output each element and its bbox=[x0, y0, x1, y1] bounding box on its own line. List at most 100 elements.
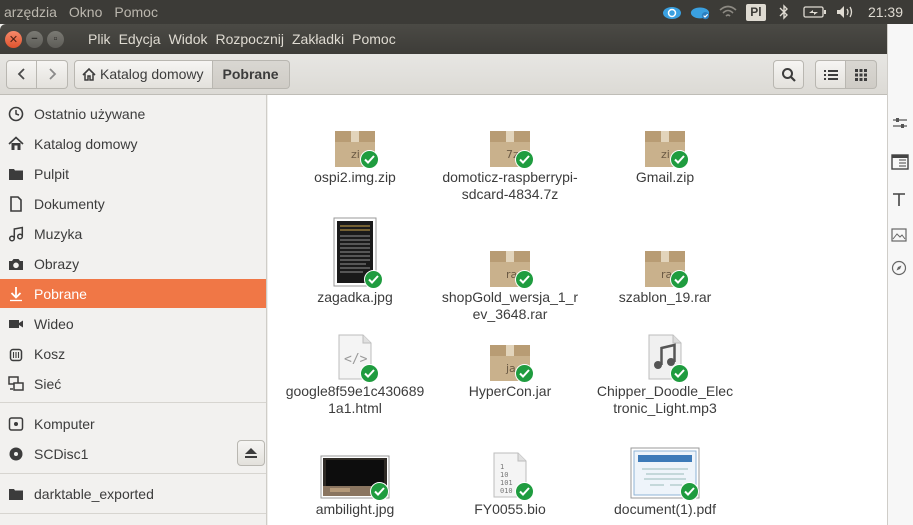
window-buttons: ✕ − ▫ bbox=[5, 30, 64, 48]
sidebar-item-network[interactable]: Sieć bbox=[0, 369, 266, 398]
grid-icon bbox=[855, 68, 867, 81]
synced-check-icon bbox=[360, 364, 379, 383]
sidebar-item-computer[interactable]: Komputer bbox=[0, 409, 266, 438]
sidebar-item-pictures[interactable]: Obrazy bbox=[0, 249, 266, 278]
search-icon bbox=[781, 67, 796, 82]
sidebar-item-trash[interactable]: Kosz bbox=[0, 339, 266, 368]
sidebar-item-scdisc1[interactable]: SCDisc1 bbox=[0, 439, 230, 468]
file-item[interactable]: zi ospi2.img.zip bbox=[280, 107, 430, 186]
menu-widok[interactable]: Widok bbox=[165, 31, 212, 47]
synced-check-icon bbox=[515, 150, 534, 169]
file-item[interactable]: zagadka.jpg bbox=[280, 215, 430, 306]
sidebar-item-desktop[interactable]: Pulpit bbox=[0, 159, 266, 188]
sidebar-item-videos[interactable]: Wideo bbox=[0, 309, 266, 338]
archive-icon: ja bbox=[480, 321, 540, 383]
svg-text:10: 10 bbox=[500, 471, 508, 479]
file-name: szablon_19.rar bbox=[618, 289, 712, 305]
synced-check-icon bbox=[515, 364, 534, 383]
file-name: FY0055.bio bbox=[474, 501, 546, 517]
background-window-edge bbox=[887, 24, 913, 525]
sidebar-item-documents[interactable]: Dokumenty bbox=[0, 189, 266, 218]
archive-icon: ra bbox=[480, 227, 540, 289]
svg-text:010: 010 bbox=[500, 487, 513, 495]
synced-check-icon bbox=[515, 270, 534, 289]
menu-plik[interactable]: Plik bbox=[84, 31, 115, 47]
folder-icon bbox=[7, 165, 25, 183]
close-icon[interactable]: ✕ bbox=[5, 30, 22, 48]
sidebar-item-label: Dokumenty bbox=[34, 195, 105, 212]
sidebar-item-downloads[interactable]: Pobrane bbox=[0, 279, 266, 308]
search-button[interactable] bbox=[773, 60, 804, 89]
sidebar-item-label: Wideo bbox=[34, 315, 74, 332]
menu-edycja[interactable]: Edycja bbox=[115, 31, 165, 47]
file-name: Gmail.zip bbox=[635, 169, 695, 185]
file-item[interactable]: 1 10 101 010 FY0055.bio bbox=[435, 439, 585, 518]
disc-icon bbox=[7, 445, 25, 463]
svg-text:101: 101 bbox=[500, 479, 513, 487]
home-icon bbox=[82, 67, 96, 81]
top-menu-okno[interactable]: Okno bbox=[63, 4, 108, 20]
file-grid: zi ospi2.img.zip 7z domoticz-raspberrypi… bbox=[268, 95, 887, 525]
sidebar-item-label: Komputer bbox=[34, 415, 95, 432]
synced-check-icon bbox=[515, 482, 534, 501]
file-item[interactable]: document(1).pdf bbox=[590, 439, 740, 518]
sidebar-item-darktable-exported[interactable]: darktable_exported bbox=[0, 479, 266, 508]
file-item[interactable]: </> google8f59e1c4306891a1.html bbox=[280, 321, 430, 417]
forward-button[interactable] bbox=[37, 59, 68, 89]
synced-check-icon bbox=[360, 150, 379, 169]
audio-file-icon bbox=[635, 321, 695, 383]
sidebar-item-home[interactable]: Katalog domowy bbox=[0, 129, 266, 158]
list-icon bbox=[823, 69, 838, 80]
system-tray: Pl 21:39 bbox=[662, 0, 913, 24]
menu-zakladki[interactable]: Zakładki bbox=[288, 31, 348, 47]
sidebar-item-label: Kosz bbox=[34, 345, 66, 362]
breadcrumb-current[interactable]: Pobrane bbox=[212, 59, 290, 89]
toolbar: Katalog domowy Pobrane bbox=[0, 54, 887, 95]
image-icon bbox=[891, 228, 907, 242]
minimize-icon[interactable]: − bbox=[26, 30, 43, 48]
text-icon bbox=[893, 193, 905, 206]
document-icon bbox=[7, 195, 25, 213]
svg-text:zi: zi bbox=[351, 148, 360, 161]
cloud-sync-icon[interactable] bbox=[690, 3, 710, 21]
trash-icon bbox=[7, 345, 25, 363]
sidebar-item-music[interactable]: Muzyka bbox=[0, 219, 266, 248]
top-menu-pomoc[interactable]: Pomoc bbox=[108, 4, 164, 20]
file-name: ambilight.jpg bbox=[315, 501, 395, 517]
cloud-sync-icon[interactable] bbox=[662, 3, 682, 21]
sidebar-item-label: Sieć bbox=[34, 375, 62, 392]
file-item[interactable]: ja HyperCon.jar bbox=[435, 321, 585, 400]
file-item[interactable]: ambilight.jpg bbox=[280, 439, 430, 518]
file-item[interactable]: ra shopGold_wersja_1_rev_3648.rar bbox=[435, 227, 585, 323]
breadcrumb-home[interactable]: Katalog domowy bbox=[74, 59, 213, 89]
battery-icon[interactable] bbox=[802, 3, 828, 21]
file-item[interactable]: zi Gmail.zip bbox=[590, 107, 740, 186]
grid-view-button[interactable] bbox=[846, 60, 877, 89]
archive-icon: 7z bbox=[480, 107, 540, 169]
layout-icon bbox=[891, 154, 909, 170]
eject-icon bbox=[245, 448, 257, 458]
computer-icon bbox=[7, 415, 25, 433]
folder-icon bbox=[7, 485, 25, 503]
file-item[interactable]: 7z domoticz-raspberrypi-sdcard-4834.7z bbox=[435, 107, 585, 203]
bluetooth-icon[interactable] bbox=[774, 3, 794, 21]
keyboard-layout-icon[interactable]: Pl bbox=[745, 3, 766, 21]
maximize-icon[interactable]: ▫ bbox=[47, 30, 64, 48]
file-name: zagadka.jpg bbox=[317, 289, 393, 305]
video-icon bbox=[7, 315, 25, 333]
sidebar-item-recent[interactable]: Ostatnio używane bbox=[0, 99, 266, 128]
list-view-button[interactable] bbox=[815, 60, 846, 89]
eject-button[interactable] bbox=[237, 440, 265, 466]
back-button[interactable] bbox=[6, 59, 37, 89]
volume-icon[interactable] bbox=[836, 3, 856, 21]
synced-check-icon bbox=[370, 482, 389, 501]
archive-icon: zi bbox=[325, 107, 385, 169]
clock[interactable]: 21:39 bbox=[868, 4, 903, 20]
wifi-icon[interactable] bbox=[718, 3, 738, 21]
top-menu-narzedzia[interactable]: arzędzia bbox=[0, 4, 63, 20]
menu-pomoc[interactable]: Pomoc bbox=[348, 31, 400, 47]
menu-rozpocznij[interactable]: Rozpocznij bbox=[212, 31, 288, 47]
file-item[interactable]: Chipper_Doodle_Electronic_Light.mp3 bbox=[590, 321, 740, 417]
clock-icon bbox=[7, 105, 25, 123]
file-item[interactable]: ra szablon_19.rar bbox=[590, 227, 740, 306]
